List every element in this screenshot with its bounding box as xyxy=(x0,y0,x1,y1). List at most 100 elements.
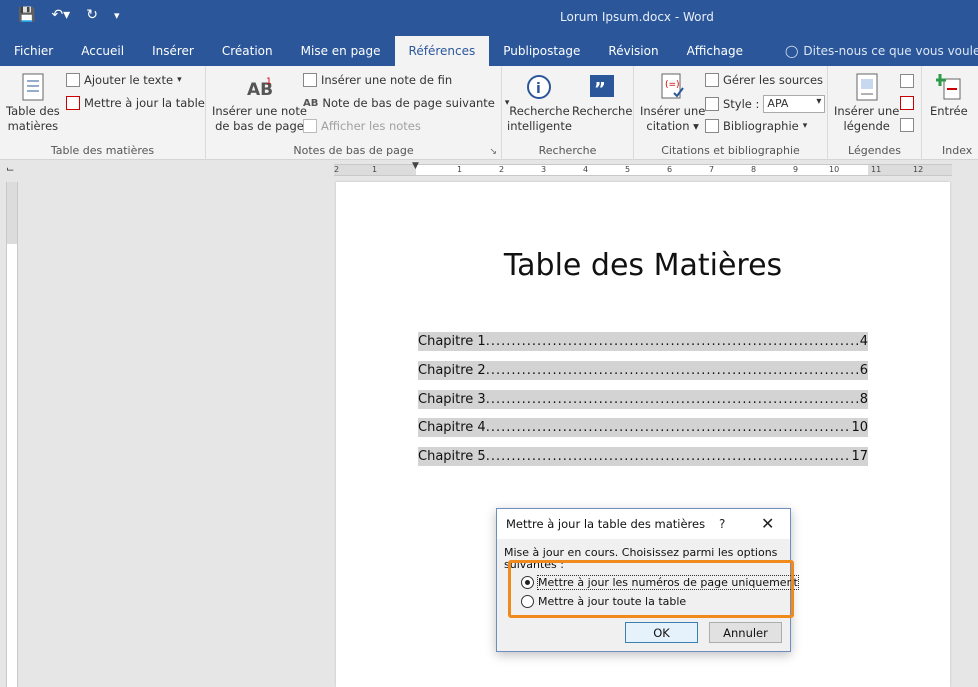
ruler-label: 4 xyxy=(583,165,589,174)
save-icon[interactable]: 💾 xyxy=(18,7,35,23)
group-label-notes: Notes de bas de page xyxy=(293,144,414,157)
bibliographie-button[interactable]: Bibliographie ▾ xyxy=(705,119,807,133)
ruler-label: 5 xyxy=(625,165,631,174)
tab-inserer[interactable]: Insérer xyxy=(138,36,208,66)
toc-leader: ........................................… xyxy=(485,391,860,407)
ruler-tab-selector[interactable]: ⌙ xyxy=(0,160,20,180)
tell-me-search[interactable]: ◯ Dites-nous ce que vous voulez faire xyxy=(771,36,978,66)
toc-leader: ........................................… xyxy=(485,362,860,378)
mettre-a-jour-table-label: Mettre à jour la table xyxy=(84,96,205,110)
toc-entry-label: Chapitre 1 xyxy=(418,334,486,349)
undo-icon[interactable]: ↶▾ xyxy=(51,7,70,23)
toc-leader: ........................................… xyxy=(485,334,860,349)
chevron-down-icon: ▾ xyxy=(802,121,808,131)
group-table-des-matieres: Table des matières Ajouter le texte ▾ Me… xyxy=(0,66,206,160)
inserer-note-de-fin-button[interactable]: Insérer une note de fin xyxy=(303,73,452,87)
window-title: Lorum Ipsum.docx - Word xyxy=(560,10,714,24)
dialog-title: Mettre à jour la table des matières xyxy=(506,517,706,531)
endnote-icon xyxy=(303,73,317,87)
next-footnote-icon: AB xyxy=(303,97,319,109)
afficher-notes-button[interactable]: Afficher les notes xyxy=(303,119,421,133)
tab-revision[interactable]: Révision xyxy=(594,36,672,66)
citation-icon: (=) xyxy=(659,72,687,102)
recherche-button[interactable]: ” Recherche xyxy=(572,72,632,119)
gerer-sources-button[interactable]: Gérer les sources xyxy=(705,73,823,87)
group-label-legendes: Légendes xyxy=(848,144,901,157)
help-icon[interactable]: ? xyxy=(719,517,725,531)
entree-button[interactable]: Entrée xyxy=(930,72,968,119)
tab-affichage[interactable]: Affichage xyxy=(673,36,757,66)
insert-caption-line2: légende xyxy=(843,119,890,133)
tab-accueil[interactable]: Accueil xyxy=(67,36,138,66)
ruler-label: 12 xyxy=(913,165,924,174)
ruler-label: 2 xyxy=(334,165,340,174)
group-label-recherche: Recherche xyxy=(538,144,597,157)
toc-btn-line2: matières xyxy=(7,119,59,133)
vertical-ruler[interactable] xyxy=(6,182,18,687)
horizontal-ruler[interactable]: 2 1 ▼ 1 2 3 4 5 6 7 8 9 10 11 12 xyxy=(334,161,952,176)
ruler-label: 8 xyxy=(751,165,757,174)
dialog-launcher-icon[interactable]: ↘ xyxy=(489,147,497,157)
group-label-toc: Table des matières xyxy=(50,144,155,157)
orange-highlight-box xyxy=(508,560,794,618)
caption-icon xyxy=(853,72,881,102)
svg-text:1: 1 xyxy=(266,77,272,87)
tab-publipostage[interactable]: Publipostage xyxy=(489,36,594,66)
toc-entry-page: 10 xyxy=(851,420,868,436)
next-footnote-label: Note de bas de page suivante xyxy=(322,96,495,110)
svg-text:i: i xyxy=(536,81,541,97)
insert-endnote-label: Insérer une note de fin xyxy=(321,73,453,87)
ruler-label: 3 xyxy=(541,165,547,174)
title-bar: 💾 ↶▾ ↻ ▾ Lorum Ipsum.docx - Word xyxy=(0,0,978,36)
ok-button[interactable]: OK xyxy=(625,622,698,643)
style-selector: Style : APA xyxy=(705,95,826,113)
ruler-label: 6 xyxy=(667,165,673,174)
tab-mise-en-page[interactable]: Mise en page xyxy=(287,36,395,66)
ajouter-texte-button[interactable]: Ajouter le texte ▾ xyxy=(66,73,182,87)
table-des-matieres-button[interactable]: Table des matières xyxy=(6,72,60,134)
toc-entry-page: 17 xyxy=(851,449,868,465)
info-icon: i xyxy=(525,72,553,102)
update-table-icon xyxy=(66,96,80,110)
update-figures-icon[interactable] xyxy=(900,96,914,110)
inserer-legende-button[interactable]: Insérer une légende xyxy=(834,72,899,134)
toc-entry[interactable]: Chapitre 2 .............................… xyxy=(418,360,868,380)
cancel-button[interactable]: Annuler xyxy=(709,622,782,643)
svg-text:”: ” xyxy=(594,79,606,100)
research-label: Recherche xyxy=(572,104,633,118)
quick-access-toolbar: 💾 ↶▾ ↻ ▾ xyxy=(18,7,119,23)
group-index: Entrée Index xyxy=(922,66,978,160)
toc-entry[interactable]: Chapitre 3 .............................… xyxy=(418,389,868,409)
ajouter-texte-label: Ajouter le texte xyxy=(84,73,174,87)
table-of-contents[interactable]: Chapitre 1 .............................… xyxy=(418,332,868,476)
toc-entry[interactable]: Chapitre 5 .............................… xyxy=(418,447,868,467)
tab-creation[interactable]: Création xyxy=(208,36,287,66)
toc-entry[interactable]: Chapitre 4 .............................… xyxy=(418,418,868,438)
insert-note-line1: Insérer une note xyxy=(212,104,307,118)
toc-entry-label: Chapitre 3 xyxy=(418,391,486,407)
ruler-label: 1 xyxy=(372,165,378,174)
inserer-citation-button[interactable]: (=) Insérer une citation ▾ xyxy=(640,72,705,134)
note-suivante-button[interactable]: AB Note de bas de page suivante ▾ xyxy=(303,96,509,110)
toc-entry[interactable]: Chapitre 1 .............................… xyxy=(418,332,868,351)
tab-references[interactable]: Références xyxy=(394,36,490,66)
inserer-note-bas-de-page-button[interactable]: AB 1 Insérer une note de bas de page xyxy=(212,72,307,134)
style-dropdown[interactable]: APA xyxy=(763,95,826,113)
cross-reference-icon[interactable] xyxy=(900,118,914,132)
close-icon[interactable]: ✕ xyxy=(761,514,774,533)
customize-icon[interactable]: ▾ xyxy=(114,9,120,22)
group-label-index: Index xyxy=(942,144,973,157)
table-of-figures-icon[interactable] xyxy=(900,74,914,88)
ruler-label: 7 xyxy=(709,165,715,174)
style-icon xyxy=(705,97,719,111)
indent-marker-icon[interactable]: ▼ xyxy=(412,161,419,171)
toc-entry-page: 8 xyxy=(859,391,868,407)
toc-icon xyxy=(19,72,47,102)
tab-stop-icon: ⌙ xyxy=(6,164,15,175)
recherche-intelligente-button[interactable]: i Recherche intelligente xyxy=(507,72,572,134)
manage-sources-icon xyxy=(705,73,719,87)
redo-icon[interactable]: ↻ xyxy=(86,7,98,23)
tab-fichier[interactable]: Fichier xyxy=(0,36,67,66)
toc-btn-line1: Table des xyxy=(6,104,60,118)
mettre-a-jour-table-button[interactable]: Mettre à jour la table xyxy=(66,96,205,110)
